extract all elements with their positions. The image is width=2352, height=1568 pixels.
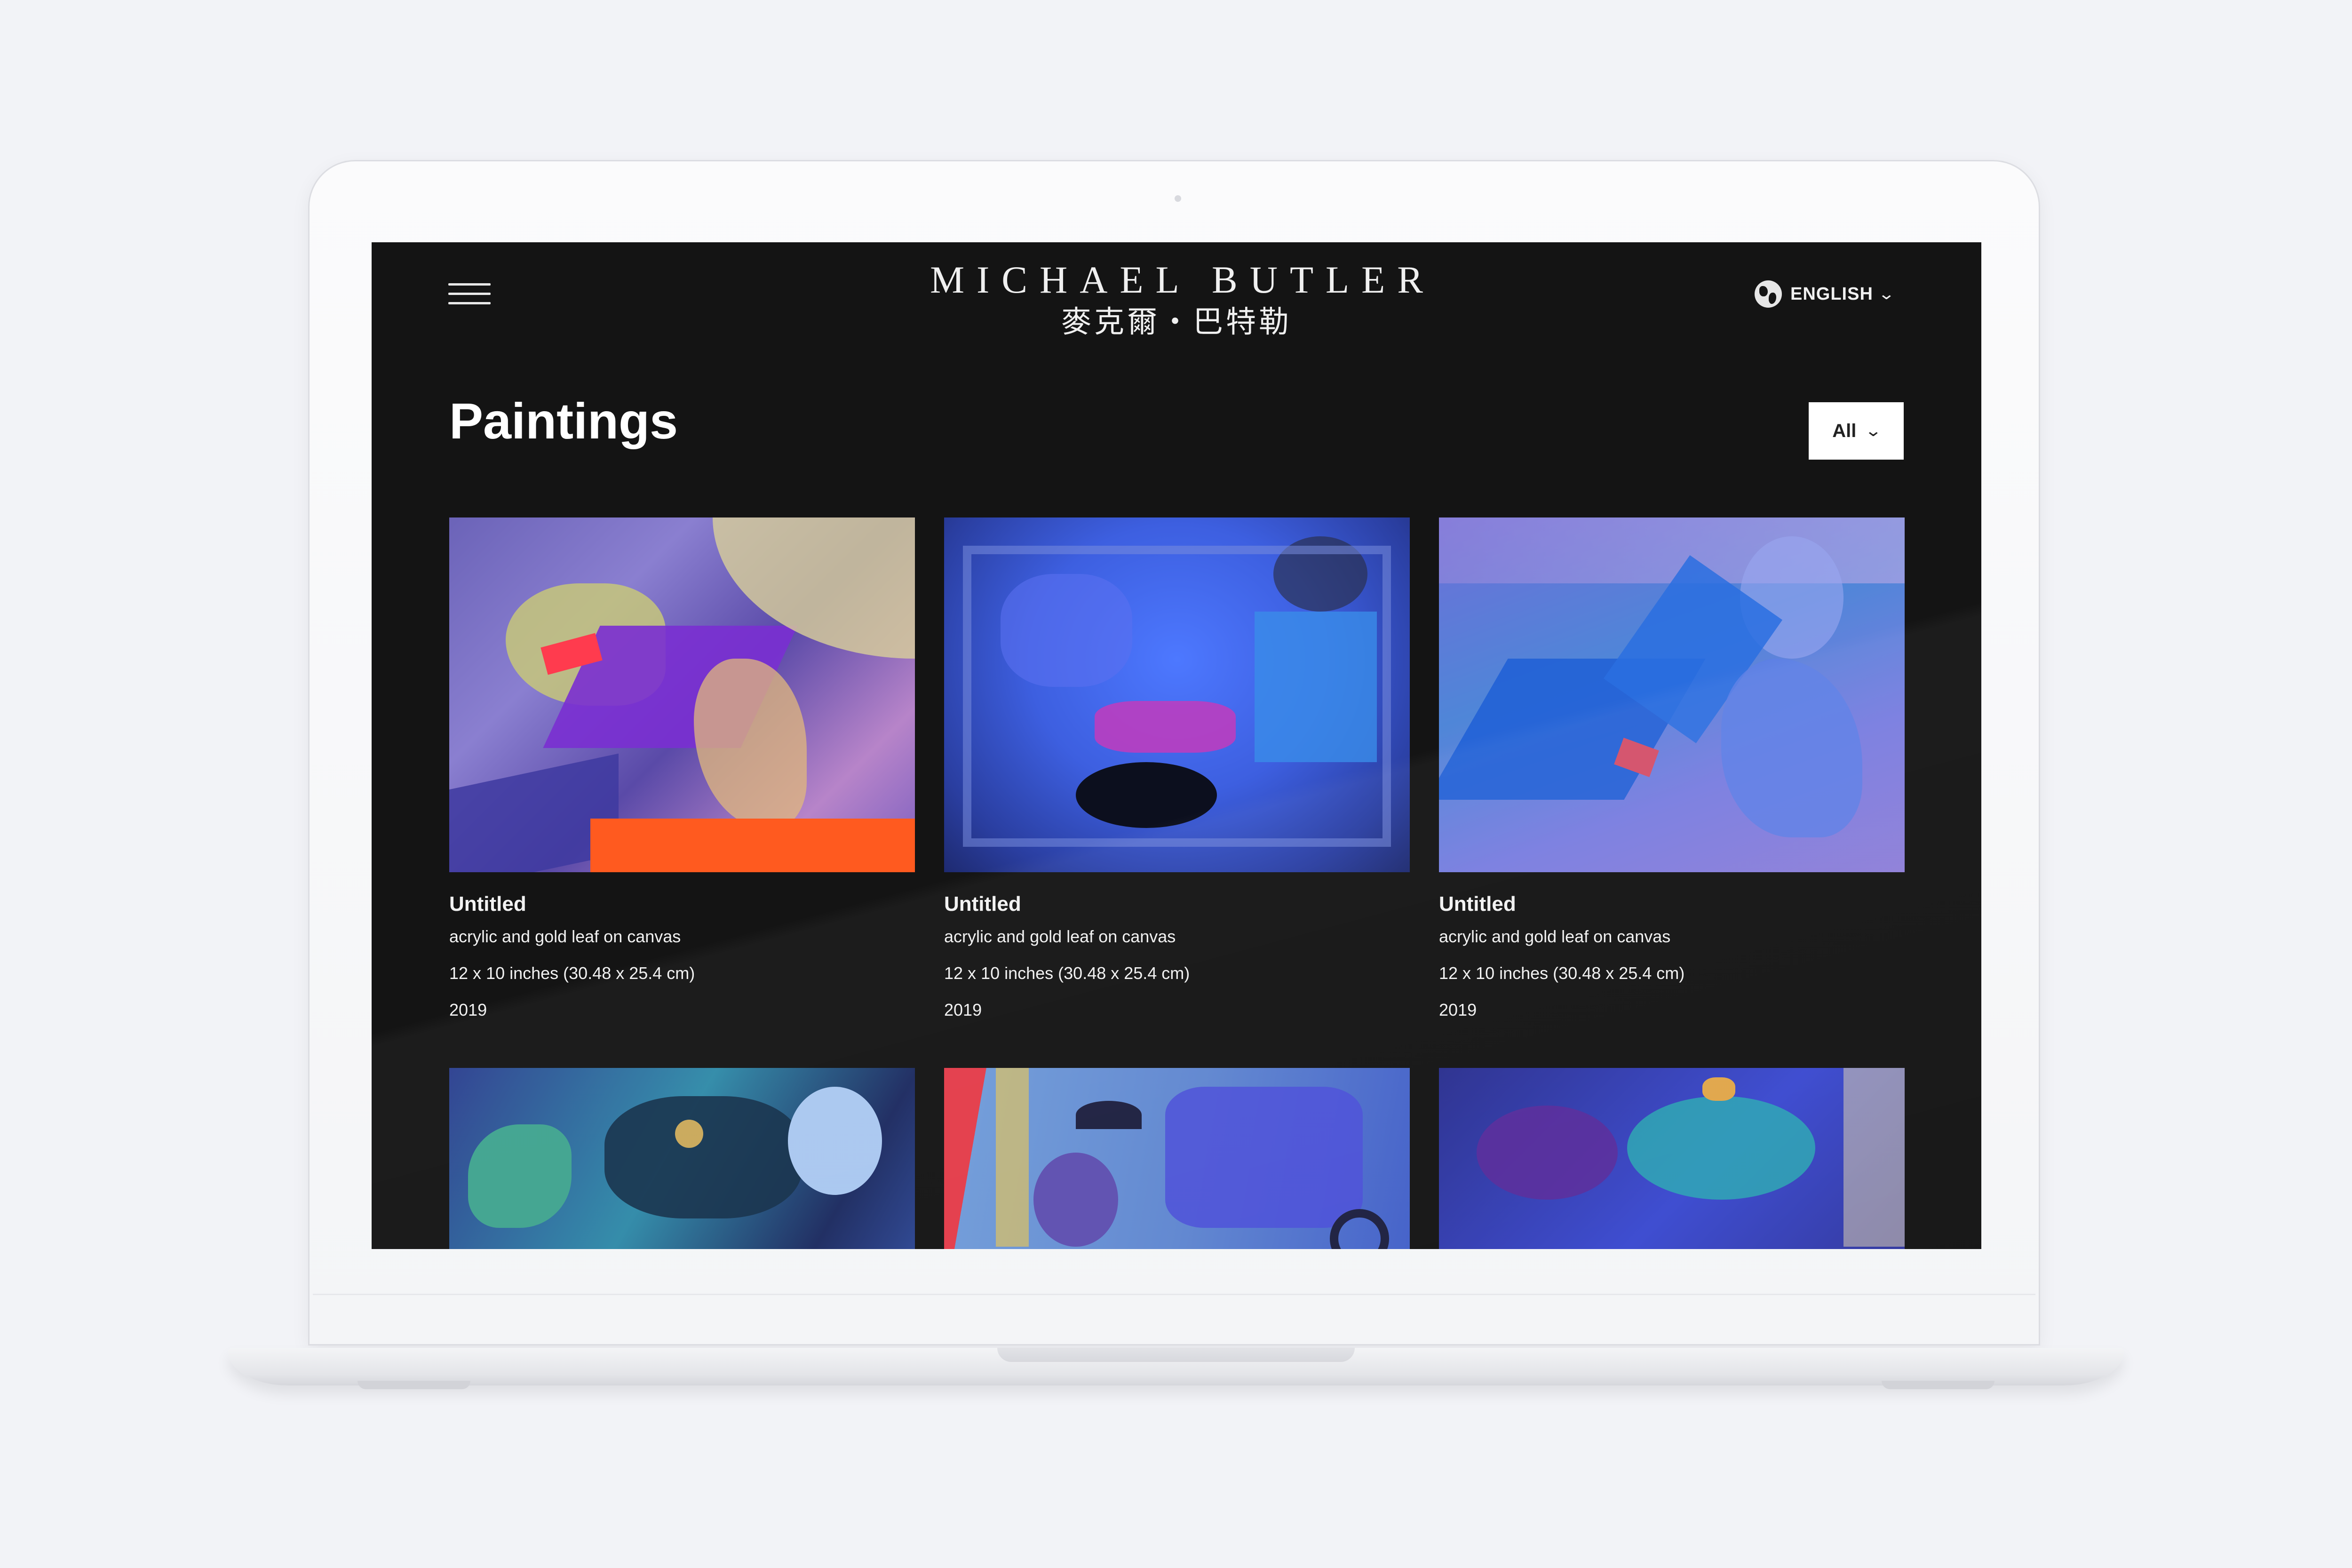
laptop-notch	[997, 1348, 1355, 1362]
camera-dot	[1175, 195, 1181, 202]
painting-image[interactable]	[944, 517, 1410, 872]
painting-year: 2019	[449, 1000, 487, 1019]
painting-size: 12 x 10 inches (30.48 x 25.4 cm)	[944, 963, 1190, 983]
filter-selected-value: All	[1832, 420, 1857, 441]
logo-chinese: 麥克爾・巴特勒	[1061, 305, 1292, 340]
painting-image[interactable]	[1439, 1068, 1905, 1249]
painting-title[interactable]: Untitled	[449, 890, 915, 918]
painting-image[interactable]	[449, 1068, 915, 1249]
category-filter-dropdown[interactable]: All ⌄	[1809, 402, 1904, 460]
painting-image[interactable]	[944, 1068, 1410, 1249]
painting-title[interactable]: Untitled	[1439, 890, 1905, 918]
painting-image[interactable]	[1439, 517, 1905, 872]
hamburger-menu-icon[interactable]	[448, 282, 491, 307]
page-title: Paintings	[449, 392, 678, 449]
painting-card[interactable]	[449, 1068, 915, 1249]
laptop-foot-left	[358, 1381, 470, 1389]
chevron-down-icon: ⌄	[1865, 422, 1883, 440]
language-selector[interactable]: ENGLISH ⌄	[1755, 278, 1895, 310]
laptop-chin	[313, 1294, 2035, 1295]
painting-card[interactable]	[1439, 1068, 1905, 1249]
site-logo[interactable]: MICHAEL BUTLER 麥克爾・巴特勒	[889, 256, 1464, 341]
language-label: ENGLISH	[1790, 284, 1873, 304]
painting-card[interactable]: Untitled acrylic and gold leaf on canvas…	[1439, 517, 1905, 1028]
painting-medium: acrylic and gold leaf on canvas	[944, 927, 1176, 946]
painting-image[interactable]	[449, 517, 915, 872]
painting-card[interactable]: Untitled acrylic and gold leaf on canvas…	[944, 517, 1410, 1028]
painting-title[interactable]: Untitled	[944, 890, 1410, 918]
globe-icon	[1755, 280, 1782, 308]
laptop-foot-right	[1882, 1381, 1994, 1389]
painting-year: 2019	[1439, 1000, 1477, 1019]
painting-card[interactable]	[944, 1068, 1410, 1249]
painting-card[interactable]: Untitled acrylic and gold leaf on canvas…	[449, 517, 915, 1028]
painting-medium: acrylic and gold leaf on canvas	[1439, 927, 1671, 946]
chevron-down-icon: ⌄	[1877, 285, 1895, 303]
logo-english: MICHAEL BUTLER	[930, 258, 1435, 301]
website-screen: MICHAEL BUTLER 麥克爾・巴特勒 ENGLISH ⌄ Paintin…	[372, 242, 1981, 1249]
painting-size: 12 x 10 inches (30.48 x 25.4 cm)	[449, 963, 695, 983]
painting-medium: acrylic and gold leaf on canvas	[449, 927, 681, 946]
painting-year: 2019	[944, 1000, 982, 1019]
painting-size: 12 x 10 inches (30.48 x 25.4 cm)	[1439, 963, 1685, 983]
